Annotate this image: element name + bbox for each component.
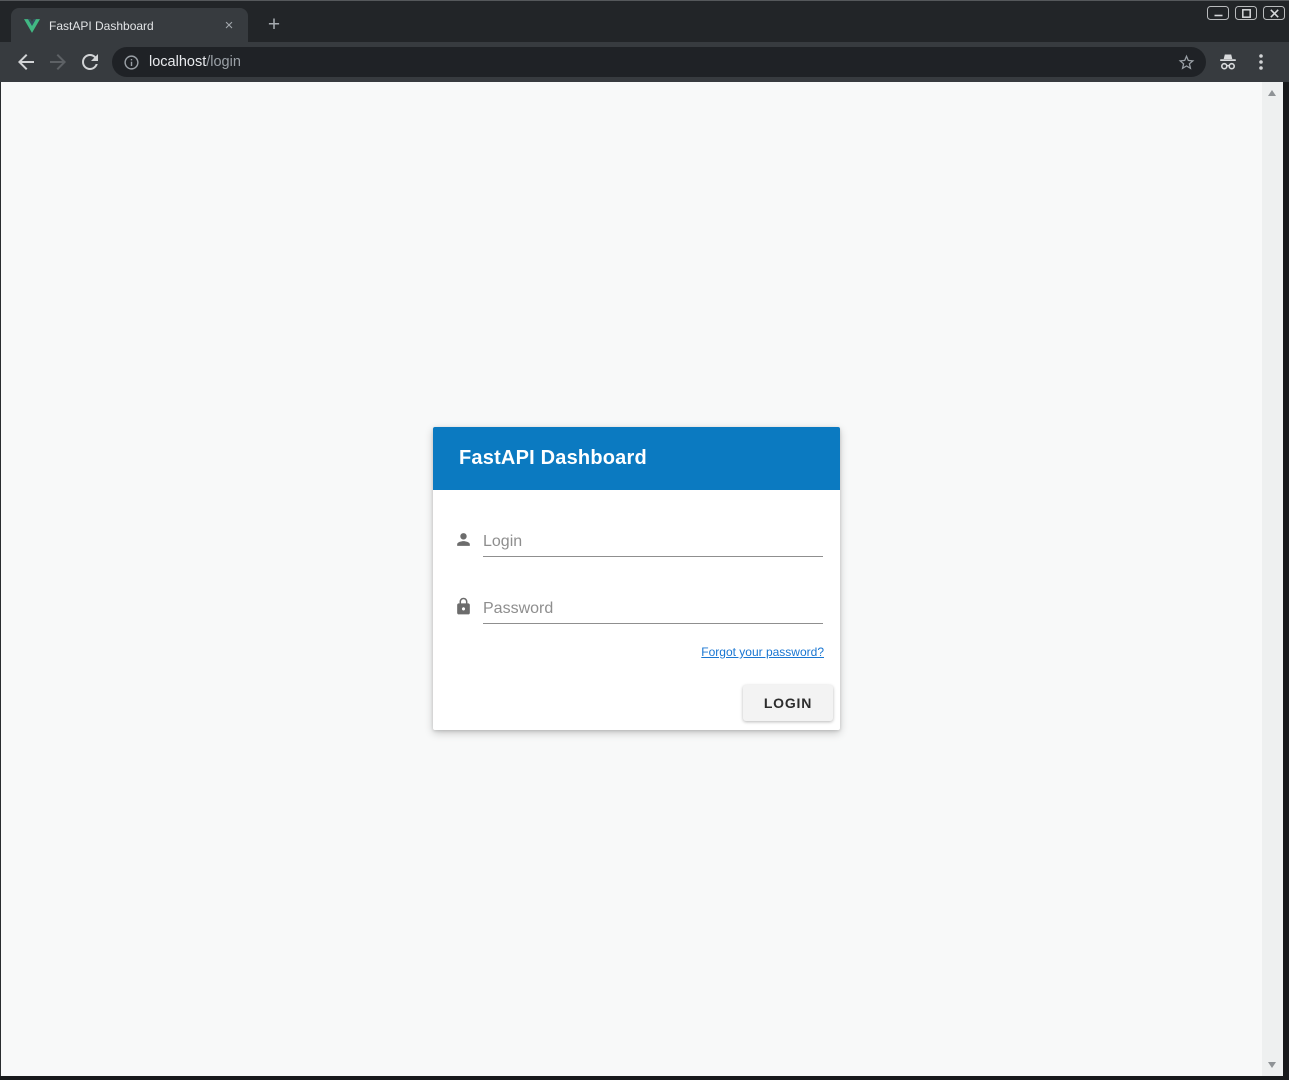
password-input[interactable]: [483, 594, 823, 624]
login-input[interactable]: [483, 527, 823, 557]
page-content: FastAPI Dashboard Forgot your password? …: [1, 82, 1283, 1076]
url-host: localhost: [149, 54, 206, 70]
maximize-button[interactable]: [1235, 6, 1257, 20]
minimize-icon: [1214, 9, 1223, 18]
forgot-password-link[interactable]: Forgot your password?: [701, 645, 824, 659]
incognito-icon: [1216, 50, 1240, 74]
tab-bar: FastAPI Dashboard × +: [0, 0, 1289, 42]
browser-menu-button[interactable]: [1249, 50, 1273, 74]
login-card-header: FastAPI Dashboard: [433, 427, 840, 490]
back-button[interactable]: [14, 50, 38, 74]
scrollbar-up-arrow-icon[interactable]: [1268, 90, 1276, 96]
page-scrollbar[interactable]: [1262, 82, 1283, 1076]
scrollbar-down-arrow-icon[interactable]: [1268, 1062, 1276, 1068]
window-controls: [1207, 6, 1285, 20]
browser-window: FastAPI Dashboard × + localhost/login: [0, 0, 1289, 1080]
tab-title: FastAPI Dashboard: [49, 19, 220, 33]
address-bar[interactable]: localhost/login: [112, 47, 1206, 77]
browser-toolbar: localhost/login: [0, 42, 1289, 82]
login-card-title: FastAPI Dashboard: [459, 447, 647, 470]
close-icon: [1270, 9, 1279, 18]
person-icon: [454, 530, 473, 549]
window-frame-left: [0, 82, 1, 1076]
lock-icon: [454, 597, 473, 616]
reload-button[interactable]: [78, 50, 102, 74]
url-text: localhost/login: [149, 54, 1177, 70]
forward-button[interactable]: [46, 50, 70, 74]
url-path: /login: [206, 54, 241, 70]
vue-logo-icon: [24, 18, 40, 34]
new-tab-button[interactable]: +: [262, 14, 286, 38]
maximize-icon: [1242, 9, 1251, 18]
close-button[interactable]: [1263, 6, 1285, 20]
window-frame-right: [1283, 82, 1289, 1080]
login-button[interactable]: LOGIN: [743, 685, 833, 721]
window-frame-bottom: [0, 1076, 1289, 1080]
login-card: FastAPI Dashboard Forgot your password? …: [433, 427, 840, 730]
minimize-button[interactable]: [1207, 6, 1229, 20]
tab-close-icon[interactable]: ×: [220, 17, 238, 35]
bookmark-star-icon[interactable]: [1177, 53, 1196, 72]
page-info-icon[interactable]: [123, 54, 140, 71]
tab-fastapi-dashboard[interactable]: FastAPI Dashboard ×: [11, 8, 248, 43]
three-dots-icon: [1259, 54, 1263, 70]
